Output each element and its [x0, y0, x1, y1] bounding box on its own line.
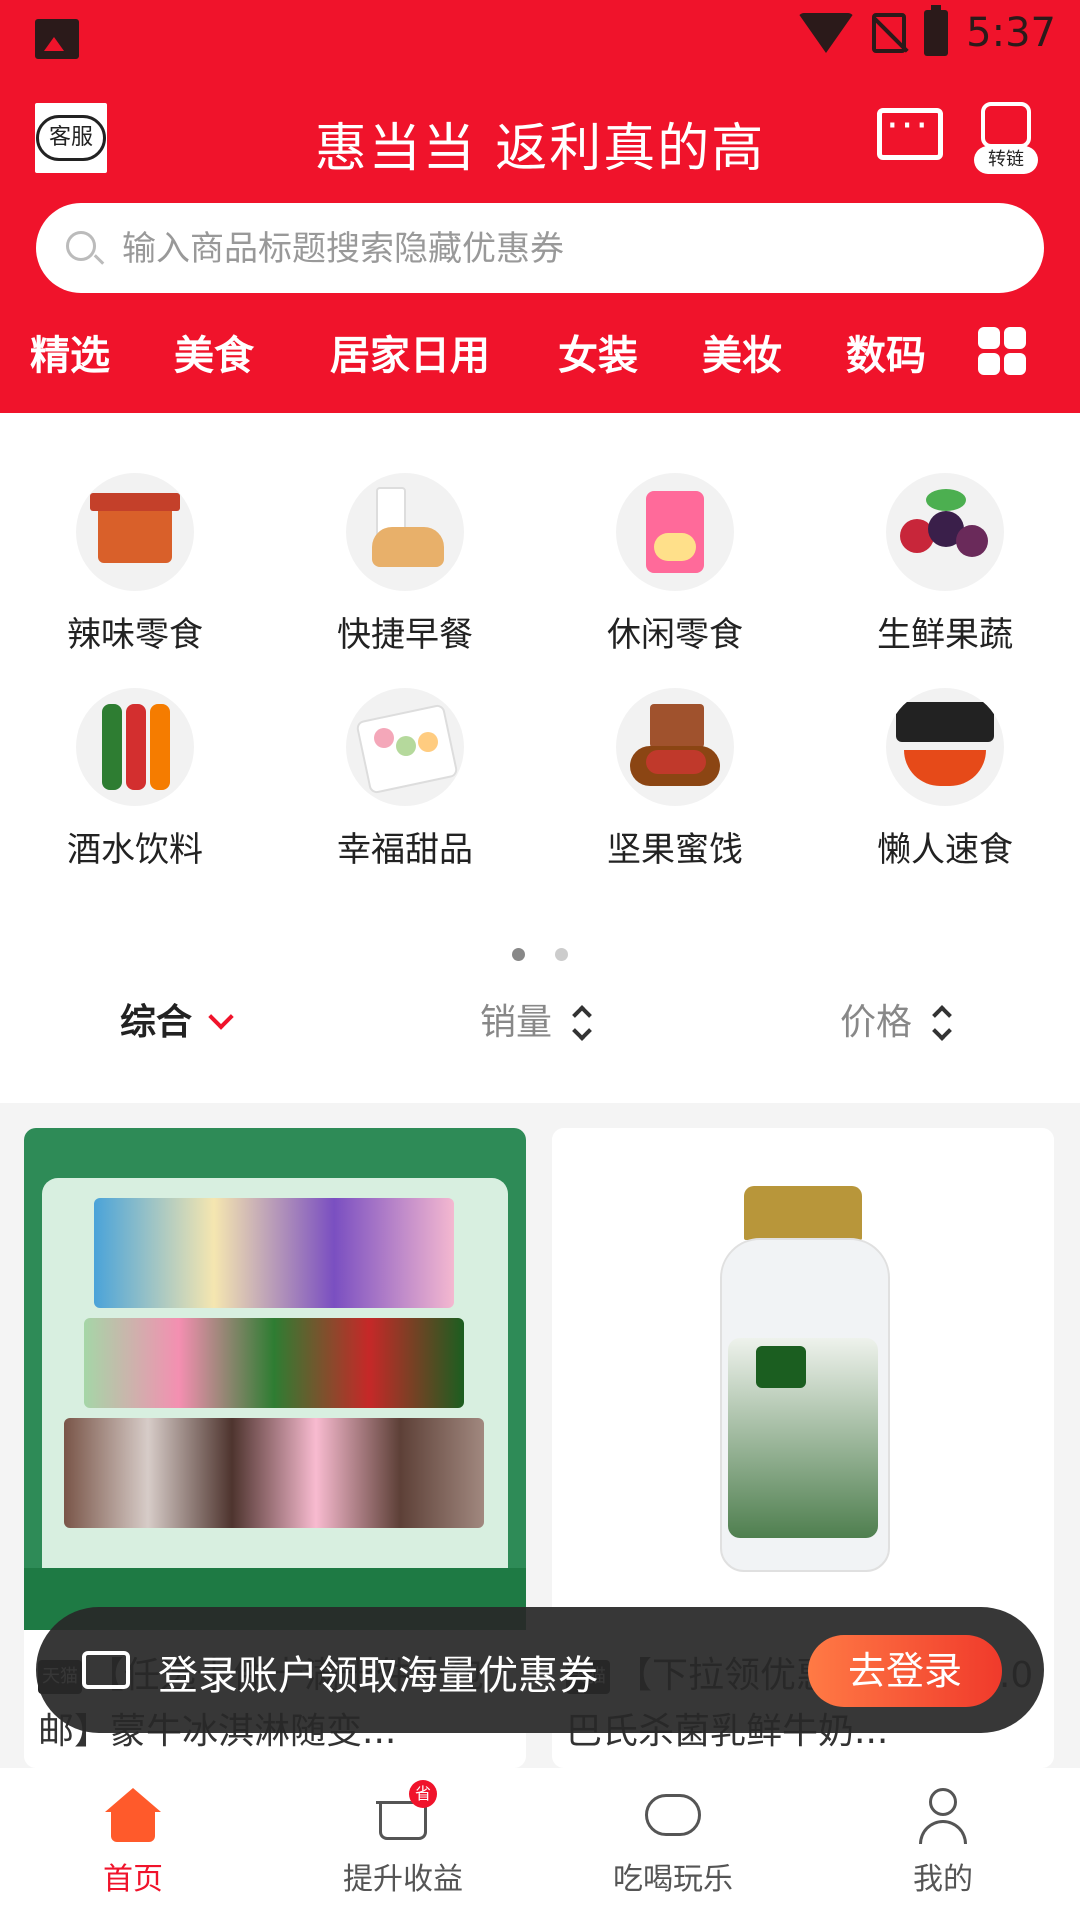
sort-price[interactable]: 价格	[840, 993, 954, 1045]
dessert-icon	[346, 688, 464, 806]
quick-entry-label: 酒水饮料	[67, 830, 203, 870]
tab-category-2[interactable]: 居家日用	[330, 323, 490, 381]
bottom-tab-bar: 首页 省 提升收益 吃喝玩乐 我的	[0, 1768, 1080, 1920]
image-notification-icon	[35, 19, 79, 59]
tab-category-5[interactable]: 数码	[846, 323, 926, 381]
quick-entry-5[interactable]: 幸福甜品	[305, 688, 505, 871]
milk-bottle-product-image	[552, 1128, 1054, 1630]
nuts-icon	[616, 688, 734, 806]
category-tabs: 精选 美食 居家日用 女装 美妆 数码	[0, 323, 1080, 385]
quick-entry-4[interactable]: 酒水饮料	[35, 688, 235, 871]
status-right: 5:37	[798, 5, 1056, 56]
page-indicator	[0, 946, 1080, 965]
snack-icon	[616, 473, 734, 591]
quick-entry-panel: 辣味零食 快捷早餐 休闲零食 生鲜果蔬 酒水饮料 幸福甜品 坚果蜜饯 懒人速食 …	[0, 413, 1080, 1103]
coupon-icon	[82, 1651, 130, 1689]
home-icon	[105, 1788, 161, 1844]
page-dot-active	[512, 948, 525, 961]
tab-entertainment-label: 吃喝玩乐	[613, 1862, 733, 1897]
all-categories-icon[interactable]	[978, 327, 1028, 377]
quick-entry-1[interactable]: 快捷早餐	[305, 473, 505, 656]
basket-icon: 省	[375, 1780, 437, 1844]
tab-category-3[interactable]: 女装	[558, 323, 638, 381]
quick-entry-label: 坚果蜜饯	[607, 830, 743, 870]
tab-category-1[interactable]: 美食	[174, 323, 254, 381]
gamepad-icon	[643, 1788, 703, 1844]
tab-category-4[interactable]: 美妆	[702, 323, 782, 381]
sort-toggle-icon	[570, 1006, 594, 1040]
quick-entry-2[interactable]: 休闲零食	[575, 473, 775, 656]
quick-entry-3[interactable]: 生鲜果蔬	[845, 473, 1045, 656]
login-toast: 登录账户领取海量优惠券 去登录	[36, 1607, 1044, 1733]
message-icon[interactable]	[877, 103, 943, 160]
breakfast-icon	[346, 473, 464, 591]
battery-charging-icon	[924, 5, 949, 56]
page-dot	[555, 948, 568, 961]
login-button[interactable]: 去登录	[808, 1635, 1002, 1707]
quick-entry-0[interactable]: 辣味零食	[35, 473, 235, 656]
quick-entry-6[interactable]: 坚果蜜饯	[575, 688, 775, 871]
convert-link-button[interactable]: 转链	[974, 102, 1038, 174]
toast-text: 登录账户领取海量优惠券	[158, 1653, 598, 1699]
tab-home-label: 首页	[103, 1862, 163, 1897]
quick-entry-label: 生鲜果蔬	[877, 615, 1013, 655]
tab-home[interactable]: 首页	[33, 1788, 233, 1898]
title-bar: 客服 惠当当 返利真的高 转链	[0, 98, 1080, 179]
quick-entry-7[interactable]: 懒人速食	[845, 688, 1045, 871]
wifi-icon	[798, 13, 855, 53]
sort-comprehensive-label: 综合	[120, 1002, 193, 1043]
chevron-down-icon	[208, 1004, 234, 1030]
sort-sales[interactable]: 销量	[480, 993, 594, 1045]
sort-price-label: 价格	[840, 1002, 913, 1043]
ice-cream-product-image	[24, 1128, 526, 1630]
convert-link-label: 转链	[974, 146, 1038, 174]
tab-earnings-label: 提升收益	[343, 1862, 463, 1897]
sort-toggle-icon	[930, 1006, 954, 1040]
tab-profile[interactable]: 我的	[843, 1788, 1043, 1898]
instant-food-icon	[886, 688, 1004, 806]
quick-entry-label: 幸福甜品	[337, 830, 473, 870]
search-bar[interactable]	[36, 203, 1044, 295]
drinks-icon	[76, 688, 194, 806]
quick-entry-label: 辣味零食	[67, 615, 203, 655]
sort-sales-label: 销量	[480, 1002, 553, 1043]
app-header: 5:37 客服 惠当当 返利真的高 转链 精选 美食 居家日用 女装 美妆 数码	[0, 0, 1080, 413]
status-bar: 5:37	[0, 0, 1080, 74]
link-icon	[981, 102, 1031, 148]
quick-entry-label: 懒人速食	[877, 830, 1013, 870]
search-input[interactable]	[120, 203, 1004, 295]
user-icon	[915, 1788, 971, 1844]
sort-bar: 综合 销量 价格	[0, 993, 1080, 1073]
tab-category-0[interactable]: 精选	[30, 323, 110, 381]
status-time: 5:37	[966, 10, 1056, 56]
quick-entry-label: 快捷早餐	[337, 615, 473, 655]
quick-entry-label: 休闲零食	[607, 615, 743, 655]
fresh-fruit-icon	[886, 473, 1004, 591]
spicy-snack-icon	[76, 473, 194, 591]
tab-earnings[interactable]: 省 提升收益	[303, 1780, 503, 1898]
search-icon	[66, 231, 96, 261]
no-sim-icon	[872, 13, 907, 53]
save-badge: 省	[409, 1780, 437, 1808]
sort-comprehensive[interactable]: 综合	[120, 993, 234, 1045]
tab-profile-label: 我的	[913, 1862, 973, 1897]
tab-entertainment[interactable]: 吃喝玩乐	[573, 1788, 773, 1898]
